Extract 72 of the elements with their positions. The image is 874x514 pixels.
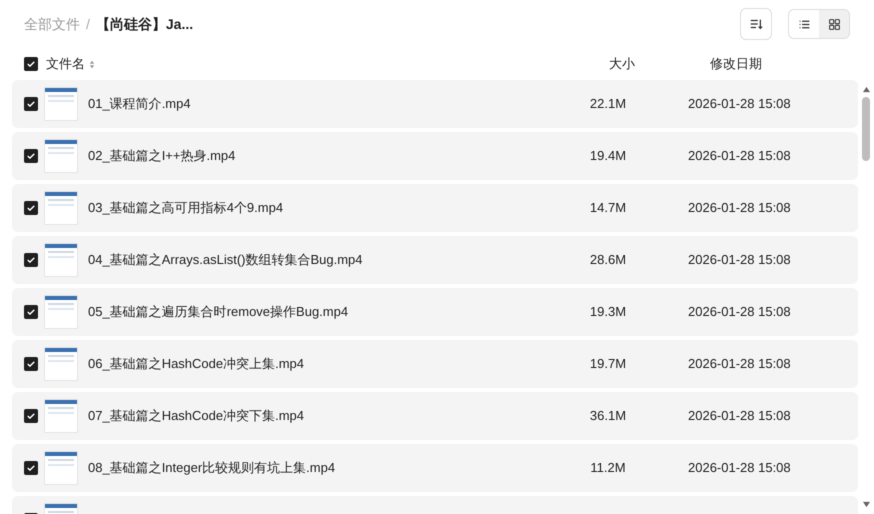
breadcrumb-separator: /: [86, 14, 90, 34]
scroll-up-icon[interactable]: [862, 86, 870, 93]
sort-button[interactable]: [740, 8, 772, 40]
checkmark-icon: [26, 59, 36, 69]
checkmark-icon: [26, 463, 36, 473]
file-name[interactable]: 05_基础篇之遍历集合时remove操作Bug.mp4: [88, 304, 348, 320]
checkbox[interactable]: [24, 357, 38, 371]
modified-date: 2026-01-28 15:08: [688, 356, 791, 372]
video-thumbnail: [44, 295, 78, 329]
file-name[interactable]: 03_基础篇之高可用指标4个9.mp4: [88, 200, 284, 216]
checkmark-icon: [26, 255, 36, 265]
file-size: 22.1M: [590, 95, 626, 114]
column-header[interactable]: 修改日期: [710, 54, 762, 74]
video-thumbnail: [44, 87, 78, 121]
file-row[interactable]: 03_基础篇之高可用指标4个9.mp4 14.7M 2026-01-28 15:08: [12, 184, 858, 232]
modified-date: 2026-01-28 15:08: [688, 408, 791, 424]
modified-date: 2026-01-28 15:08: [688, 304, 791, 320]
video-thumbnail: [44, 139, 78, 173]
checkbox[interactable]: [24, 409, 38, 423]
file-name[interactable]: 02_基础篇之I++热身.mp4: [88, 148, 236, 164]
list-icon: [798, 18, 810, 30]
sort-icon: [749, 17, 763, 31]
video-thumbnail: [44, 451, 78, 485]
file-row[interactable]: 04_基础篇之Arrays.asList()数组转集合Bug.mp4 28.6M 2026-01-28 15:08: [12, 236, 858, 284]
file-row[interactable]: 06_基础篇之HashCode冲突上集.mp4 19.7M 2026-01-28 15:08: [12, 340, 858, 388]
file-name[interactable]: 04_基础篇之Arrays.asList()数组转集合Bug.mp4: [88, 252, 363, 268]
breadcrumb-link[interactable]: 【尚硅谷】Ja...: [96, 14, 194, 34]
scrollbar-thumb[interactable]: [862, 97, 870, 161]
video-thumbnail: [44, 399, 78, 433]
video-thumbnail: [44, 191, 78, 225]
file-name[interactable]: 01_课程简介.mp4: [88, 96, 191, 112]
file-name[interactable]: 07_基础篇之HashCode冲突下集.mp4: [88, 408, 304, 424]
checkmark-icon: [26, 411, 36, 421]
column-header[interactable]: 文件名: [46, 54, 85, 74]
checkmark-icon: [26, 99, 36, 109]
checkmark-icon: [26, 359, 36, 369]
file-row[interactable]: 05_基础篇之遍历集合时remove操作Bug.mp4 19.3M 2026-01-28 15:08: [12, 288, 858, 336]
file-name[interactable]: 08_基础篇之Integer比较规则有坑上集.mp4: [88, 460, 336, 476]
file-size: 28.6M: [590, 251, 626, 270]
checkmark-icon: [26, 203, 36, 213]
scroll-down-icon[interactable]: [862, 501, 870, 508]
grid-icon: [828, 18, 840, 30]
file-size: 11.2M: [590, 459, 626, 478]
modified-date: 2026-01-28 15:08: [688, 460, 791, 476]
checkbox[interactable]: [24, 149, 38, 163]
file-size: 19.3M: [590, 303, 626, 322]
checkbox[interactable]: [24, 97, 38, 111]
file-size: 14.7M: [590, 199, 626, 218]
modified-date: 2026-01-28 15:08: [688, 200, 791, 216]
column-header[interactable]: 大小: [586, 54, 658, 74]
modified-date: 2026-01-28 15:08: [688, 148, 791, 164]
checkbox[interactable]: [24, 253, 38, 267]
file-row[interactable]: 01_课程简介.mp4 22.1M 2026-01-28 15:08: [12, 80, 858, 128]
file-size: 19.7M: [590, 355, 626, 374]
list-view-button[interactable]: [789, 10, 819, 38]
modified-date: 2026-01-28 15:08: [688, 96, 791, 112]
sort-arrows-icon: [89, 60, 95, 68]
file-row[interactable]: 08_基础篇之Integer比较规则有坑上集.mp4 11.2M 2026-01-28 15:08: [12, 444, 858, 492]
video-thumbnail: [44, 347, 78, 381]
file-row[interactable]: 02_基础篇之I++热身.mp4 19.4M 2026-01-28 15:08: [12, 132, 858, 180]
checkmark-icon: [26, 151, 36, 161]
checkbox[interactable]: [24, 57, 38, 71]
file-row[interactable]: 07_基础篇之HashCode冲突下集.mp4 36.1M 2026-01-28 15:08: [12, 392, 858, 440]
checkbox[interactable]: [24, 201, 38, 215]
video-thumbnail: [44, 243, 78, 277]
checkmark-icon: [26, 307, 36, 317]
file-size: 19.4M: [590, 147, 626, 166]
checkbox[interactable]: [24, 461, 38, 475]
file-size: 36.1M: [590, 407, 626, 426]
file-name[interactable]: 06_基础篇之HashCode冲突上集.mp4: [88, 356, 304, 372]
modified-date: 2026-01-28 15:08: [688, 252, 791, 268]
checkbox[interactable]: [24, 305, 38, 319]
